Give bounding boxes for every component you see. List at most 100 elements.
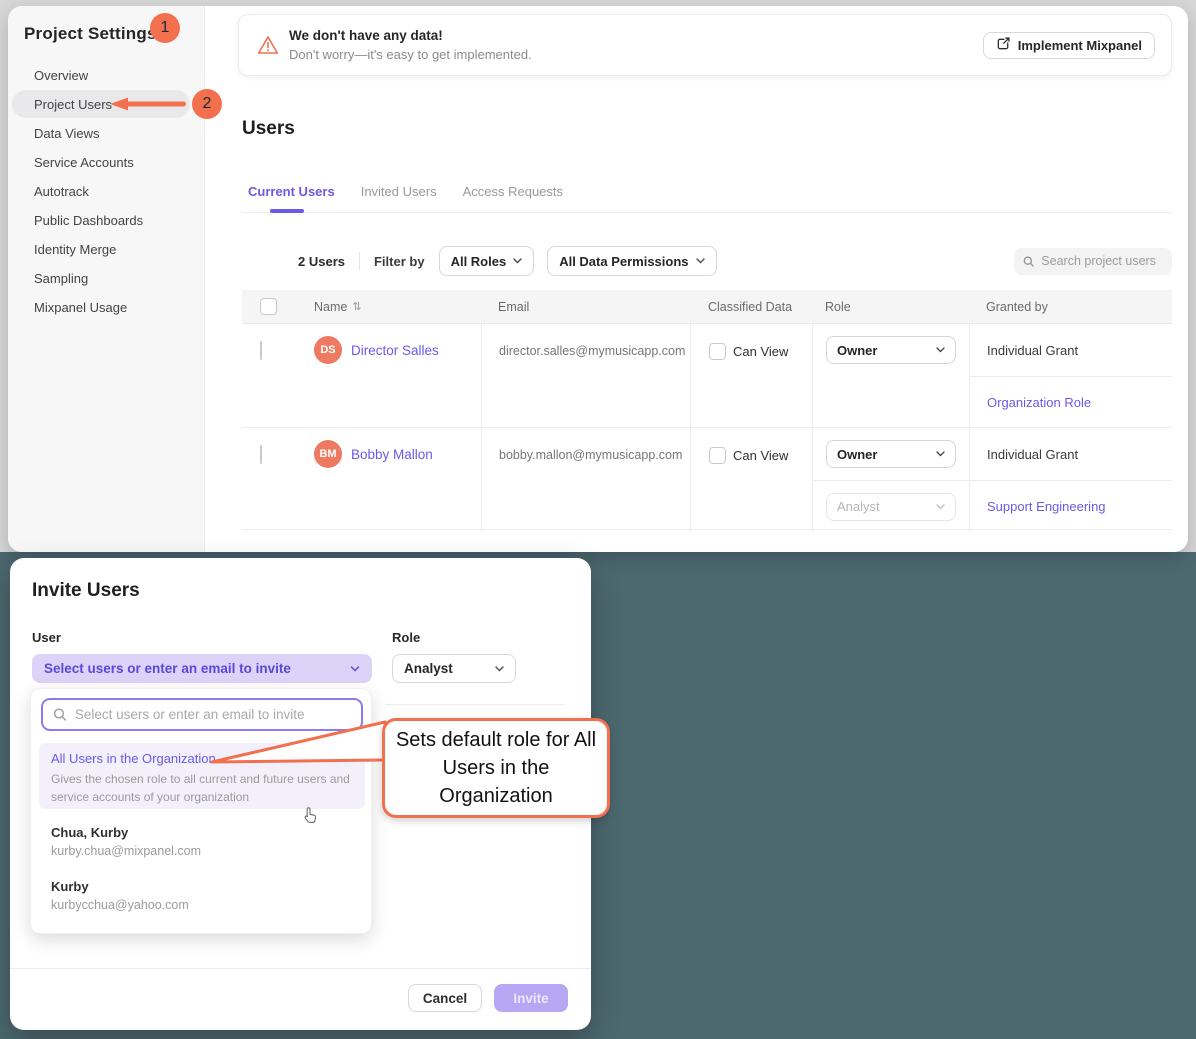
chevron-down-icon <box>936 504 945 510</box>
banner-text: We don't have any data! Don't worry—it's… <box>289 28 532 62</box>
user-count: 2 Users <box>298 254 345 269</box>
header-role: Role <box>825 300 851 314</box>
option-user-name: Chua, Kurby <box>51 825 201 840</box>
row-checkbox[interactable] <box>260 445 262 464</box>
row-checkbox[interactable] <box>260 341 262 360</box>
avatar: BM <box>314 440 342 468</box>
sidebar-item-public-dashboards[interactable]: Public Dashboards <box>8 206 204 235</box>
sidebar-item-identity-merge[interactable]: Identity Merge <box>8 235 204 264</box>
tabs-divider <box>242 212 1172 213</box>
table-row: BM Bobby Mallon bobby.mallon@mymusicapp.… <box>242 427 1172 530</box>
chevron-down-icon <box>696 258 705 264</box>
header-classified-data: Classified Data <box>708 300 792 314</box>
search-project-users-input[interactable] <box>1041 254 1163 268</box>
search-project-users <box>1014 248 1172 275</box>
sidebar-item-mixpanel-usage[interactable]: Mixpanel Usage <box>8 293 204 322</box>
can-view-checkbox[interactable] <box>709 447 726 464</box>
select-all-checkbox[interactable] <box>260 298 277 315</box>
header-granted-by: Granted by <box>986 300 1048 314</box>
warning-icon <box>257 35 279 55</box>
users-table: Name ⇅ Email Classified Data Role Grante… <box>242 290 1172 530</box>
chevron-down-icon <box>936 347 945 353</box>
annotation-callout: Sets default role for All Users in the O… <box>382 718 610 818</box>
annotation-step-2: 2 <box>192 89 222 119</box>
user-field-label: User <box>32 630 61 645</box>
organization-role-link[interactable]: Organization Role <box>987 395 1091 410</box>
invite-button[interactable]: Invite <box>494 984 568 1012</box>
tab-invited-users[interactable]: Invited Users <box>361 184 437 207</box>
support-engineering-link[interactable]: Support Engineering <box>987 499 1106 514</box>
option-user-name: Kurby <box>51 879 189 894</box>
sidebar-item-overview[interactable]: Overview <box>8 61 204 90</box>
sidebar-item-sampling[interactable]: Sampling <box>8 264 204 293</box>
role-select-dropdown[interactable]: Analyst <box>392 654 516 683</box>
granted-by-value: Individual Grant <box>970 428 1172 480</box>
avatar: DS <box>314 336 342 364</box>
user-select-dropdown[interactable]: Select users or enter an email to invite <box>32 654 372 683</box>
sidebar-item-service-accounts[interactable]: Service Accounts <box>8 148 204 177</box>
users-tabs: Current Users Invited Users Access Reque… <box>248 184 563 207</box>
modal-section-divider <box>385 704 565 705</box>
role-select[interactable]: Owner <box>826 336 956 364</box>
table-header: Name ⇅ Email Classified Data Role Grante… <box>242 290 1172 323</box>
can-view-checkbox[interactable] <box>709 343 726 360</box>
project-settings-window: Project Settings Overview Project Users … <box>8 6 1188 552</box>
role-value: Owner <box>837 447 877 462</box>
settings-sidebar: Project Settings Overview Project Users … <box>8 6 205 552</box>
sort-icon[interactable]: ⇅ <box>352 300 361 313</box>
role-field-label: Role <box>392 630 420 645</box>
chevron-down-icon <box>350 666 360 672</box>
user-email: bobby.mallon@mymusicapp.com <box>481 428 690 532</box>
no-data-banner: We don't have any data! Don't worry—it's… <box>238 14 1172 76</box>
user-name-link[interactable]: Bobby Mallon <box>351 447 433 462</box>
search-icon <box>1023 255 1034 268</box>
sidebar-title: Project Settings <box>24 24 157 44</box>
modal-footer-divider <box>10 968 591 969</box>
chevron-down-icon <box>936 451 945 457</box>
user-name-link[interactable]: Director Salles <box>351 343 439 358</box>
annotation-arrow-icon <box>110 97 188 111</box>
search-icon <box>53 707 67 722</box>
implement-mixpanel-button[interactable]: Implement Mixpanel <box>983 32 1155 59</box>
permissions-filter-dropdown[interactable]: All Data Permissions <box>547 246 716 276</box>
modal-title: Invite Users <box>32 580 140 602</box>
role-value: Analyst <box>837 499 880 514</box>
roles-filter-dropdown[interactable]: All Roles <box>439 246 535 276</box>
can-view-label: Can View <box>733 344 788 359</box>
sidebar-item-autotrack[interactable]: Autotrack <box>8 177 204 206</box>
granted-by-value: Individual Grant <box>970 324 1172 376</box>
callout-tail <box>205 712 387 802</box>
filter-by-label: Filter by <box>374 254 425 269</box>
can-view-label: Can View <box>733 448 788 463</box>
role-select[interactable]: Owner <box>826 440 956 468</box>
user-select-value: Select users or enter an email to invite <box>44 661 291 676</box>
tab-access-requests[interactable]: Access Requests <box>463 184 563 207</box>
option-user[interactable]: Chua, Kurby kurby.chua@mixpanel.com <box>51 825 201 858</box>
header-name: Name <box>314 300 347 314</box>
role-select-value: Analyst <box>404 661 453 676</box>
chevron-down-icon <box>495 666 504 672</box>
banner-title: We don't have any data! <box>289 28 532 43</box>
banner-subtitle: Don't worry—it's easy to get implemented… <box>289 47 532 62</box>
filter-row: 2 Users Filter by All Roles All Data Per… <box>242 246 1172 276</box>
role-value: Owner <box>837 343 877 358</box>
annotation-step-1: 1 <box>150 13 180 43</box>
sidebar-item-data-views[interactable]: Data Views <box>8 119 204 148</box>
external-link-icon <box>996 36 1011 54</box>
implement-mixpanel-label: Implement Mixpanel <box>1018 38 1142 53</box>
roles-filter-label: All Roles <box>451 254 507 269</box>
user-email: director.salles@mymusicapp.com <box>481 324 690 428</box>
page-title: Users <box>242 118 295 140</box>
role-select-disabled: Analyst <box>826 493 956 521</box>
divider <box>359 252 360 270</box>
header-email: Email <box>498 300 529 314</box>
tab-current-users[interactable]: Current Users <box>248 184 335 207</box>
settings-main-panel: We don't have any data! Don't worry—it's… <box>205 6 1188 552</box>
option-user[interactable]: Kurby kurbycchua@yahoo.com <box>51 879 189 912</box>
option-user-email: kurbycchua@yahoo.com <box>51 898 189 912</box>
option-user-email: kurby.chua@mixpanel.com <box>51 844 201 858</box>
chevron-down-icon <box>513 258 522 264</box>
cancel-button[interactable]: Cancel <box>408 984 482 1012</box>
table-row: DS Director Salles director.salles@mymus… <box>242 323 1172 427</box>
active-tab-indicator <box>270 209 304 213</box>
